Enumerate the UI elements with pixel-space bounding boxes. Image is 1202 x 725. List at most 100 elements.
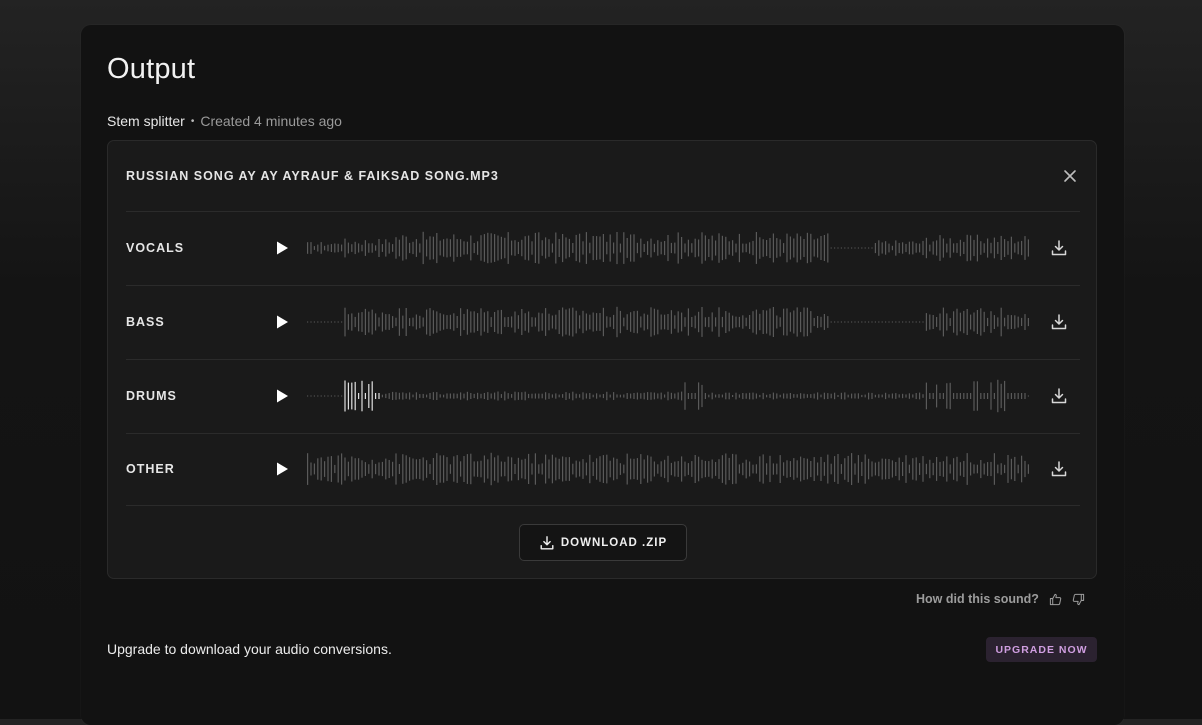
waveform-bar (745, 393, 747, 399)
download-icon[interactable] (1050, 313, 1068, 331)
waveform-bar (307, 321, 309, 323)
thumbs-down-icon[interactable] (1072, 593, 1085, 606)
waveform-bar (854, 393, 856, 399)
waveform-bar (704, 235, 706, 261)
waveform-bar (446, 315, 448, 329)
waveform-bar (864, 454, 866, 484)
waveform-bar (664, 394, 666, 398)
close-icon[interactable] (1061, 167, 1079, 185)
play-icon[interactable] (274, 240, 290, 256)
waveform-bar (626, 453, 628, 485)
waveform-bar (993, 393, 995, 399)
waveform-bar (623, 317, 625, 327)
waveform-bar (670, 242, 672, 254)
stem-row-other: OTHER (126, 433, 1080, 506)
waveform-bar (347, 314, 349, 330)
download-icon[interactable] (1050, 239, 1068, 257)
waveform-bar (378, 317, 380, 327)
play-icon[interactable] (274, 388, 290, 404)
waveform-bar (861, 461, 863, 476)
waveform-bar (864, 394, 866, 398)
waveform-bar (429, 236, 431, 260)
waveform-bar (541, 240, 543, 256)
waveform-bar (664, 314, 666, 330)
waveform-bar (871, 321, 873, 323)
waveform-bar (820, 394, 822, 398)
waveform-bar (783, 393, 785, 399)
waveform-bar (324, 461, 326, 477)
waveform-bar (912, 458, 914, 480)
waveform-bar (643, 392, 645, 400)
waveform-drums[interactable] (306, 376, 1032, 416)
waveform-bar (929, 459, 931, 479)
play-icon[interactable] (274, 314, 290, 330)
download-icon[interactable] (1050, 387, 1068, 405)
waveform-bar (456, 316, 458, 328)
waveform-bar (466, 241, 468, 255)
waveform-bar (687, 308, 689, 336)
tool-name: Stem splitter (107, 113, 185, 129)
waveform-bar (344, 380, 346, 412)
waveform-bar (419, 315, 421, 329)
waveform-bar (749, 461, 751, 477)
waveform-bar (432, 310, 434, 334)
waveform-bar (619, 310, 621, 334)
waveform-bar (507, 456, 509, 482)
waveform-bar (320, 321, 322, 323)
waveform-bar (640, 316, 642, 328)
waveform-bar (919, 392, 921, 400)
waveform-bar (504, 391, 506, 401)
waveform-bar (653, 461, 655, 477)
waveform-bar (857, 455, 859, 483)
waveform-bar (443, 314, 445, 330)
waveform-bar (783, 243, 785, 253)
waveform-bar (494, 312, 496, 332)
waveform-bar (596, 236, 598, 260)
waveform-bar (636, 458, 638, 480)
waveform-bar (681, 456, 683, 482)
waveform-bar (976, 310, 978, 334)
upgrade-now-button[interactable]: UPGRADE NOW (986, 637, 1097, 662)
file-name: RUSSIAN SONG AY AY AYRAUF & FAIKSAD SONG… (126, 169, 499, 183)
waveform-bar (742, 243, 744, 253)
waveform-bar (334, 243, 336, 253)
waveform-bar (650, 307, 652, 337)
waveform-vocals[interactable] (306, 228, 1032, 268)
waveform-bar (793, 458, 795, 480)
waveform-bar (905, 321, 907, 323)
waveform-bar (749, 242, 751, 254)
waveform-bar (490, 452, 492, 486)
waveform-bar (392, 391, 394, 400)
waveform-bar (861, 247, 863, 249)
download-zip-button[interactable]: DOWNLOAD .ZIP (519, 524, 687, 561)
waveform-bar (426, 309, 428, 335)
waveform-bar (657, 240, 659, 256)
waveform-other[interactable] (306, 449, 1032, 489)
download-icon[interactable] (1050, 460, 1068, 478)
waveform-bar (375, 463, 377, 475)
waveform-bar (405, 308, 407, 336)
waveform-bar (973, 312, 975, 332)
waveform-bar (929, 244, 931, 252)
waveform-bar (966, 393, 968, 399)
play-icon[interactable] (274, 461, 290, 477)
waveform-bar (545, 454, 547, 484)
waveform-bar (844, 321, 846, 323)
waveform-bar (337, 243, 339, 253)
waveform-bar (432, 458, 434, 480)
waveform-bar (534, 317, 536, 327)
waveform-bar (691, 243, 693, 253)
waveform-bar (599, 456, 601, 482)
thumbs-up-icon[interactable] (1049, 593, 1062, 606)
waveform-bar (698, 239, 700, 257)
waveform-bar (973, 239, 975, 257)
waveform-bar (701, 307, 703, 337)
stems-card: RUSSIAN SONG AY AY AYRAUF & FAIKSAD SONG… (107, 140, 1097, 579)
waveform-bar (490, 233, 492, 263)
waveform-bar (830, 393, 832, 399)
waveform-bar (555, 314, 557, 330)
waveform-bar (650, 392, 652, 400)
waveform-bar (925, 463, 927, 475)
waveform-bar (310, 395, 312, 397)
waveform-bass[interactable] (306, 302, 1032, 342)
